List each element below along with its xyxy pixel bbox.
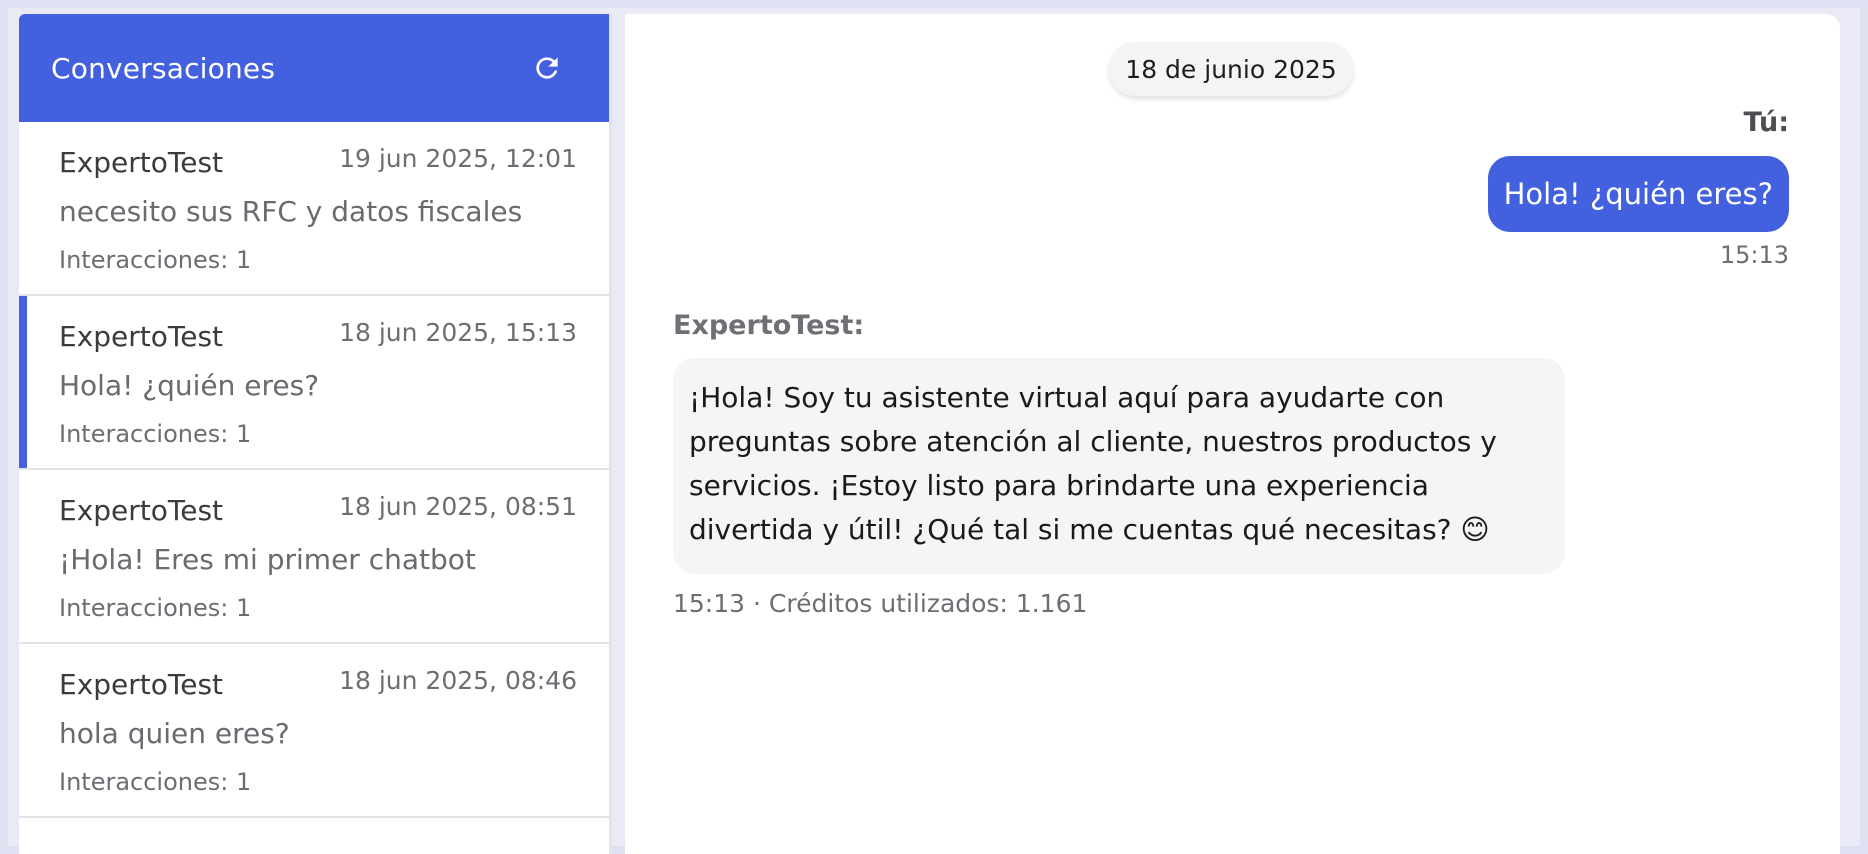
- conversation-preview: Hola! ¿quién eres?: [59, 369, 320, 402]
- conversation-item[interactable]: ExpertoTest 18 jun 2025, 08:51 ¡Hola! Er…: [19, 470, 609, 644]
- date-separator: 18 de junio 2025: [1109, 42, 1353, 96]
- conversation-interactions: Interacciones: 1: [59, 594, 252, 622]
- conversation-date: 18 jun 2025, 08:46: [339, 666, 577, 695]
- sidebar-title: Conversaciones: [51, 51, 276, 85]
- conversation-name: ExpertoTest: [59, 320, 224, 353]
- conversation-name: ExpertoTest: [59, 668, 224, 701]
- user-label: Tú:: [1743, 107, 1789, 138]
- conversation-name: ExpertoTest: [59, 146, 224, 179]
- conversation-name: ExpertoTest: [59, 494, 224, 527]
- conversation-interactions: Interacciones: 1: [59, 768, 252, 796]
- conversation-preview: necesito sus RFC y datos fiscales: [59, 195, 523, 228]
- conversation-date: 18 jun 2025, 15:13: [339, 318, 577, 347]
- conversation-interactions: Interacciones: 1: [59, 420, 252, 448]
- conversation-sidebar: Conversaciones ExpertoTest 19 jun 2025, …: [19, 14, 612, 854]
- conversation-item[interactable]: ExpertoTest 19 jun 2025, 12:01 necesito …: [19, 122, 609, 296]
- conversation-interactions: Interacciones: 1: [59, 246, 252, 274]
- refresh-icon: [536, 57, 558, 79]
- conversation-item-active[interactable]: ExpertoTest 18 jun 2025, 15:13 Hola! ¿qu…: [19, 296, 609, 470]
- user-message-time: 15:13: [1719, 241, 1789, 269]
- conversation-preview: ¡Hola! Eres mi primer chatbot: [59, 543, 476, 576]
- conversation-date: 19 jun 2025, 12:01: [339, 144, 577, 173]
- bot-message-meta: 15:13 · Créditos utilizados: 1.161: [673, 589, 1088, 618]
- user-message-bubble: Hola! ¿quién eres?: [1487, 156, 1789, 232]
- conversation-item[interactable]: ExpertoTest 18 jun 2025, 08:46 hola quie…: [19, 644, 609, 818]
- bot-label: ExpertoTest:: [673, 310, 865, 341]
- bot-message-bubble: ¡Hola! Soy tu asistente virtual aquí par…: [673, 358, 1565, 574]
- conversation-preview: hola quien eres?: [59, 717, 290, 750]
- sidebar-header: Conversaciones: [19, 14, 609, 122]
- conversation-date: 18 jun 2025, 08:51: [339, 492, 577, 521]
- chat-panel: 18 de junio 2025 Tú: Hola! ¿quién eres? …: [625, 14, 1840, 854]
- refresh-button[interactable]: [525, 46, 569, 90]
